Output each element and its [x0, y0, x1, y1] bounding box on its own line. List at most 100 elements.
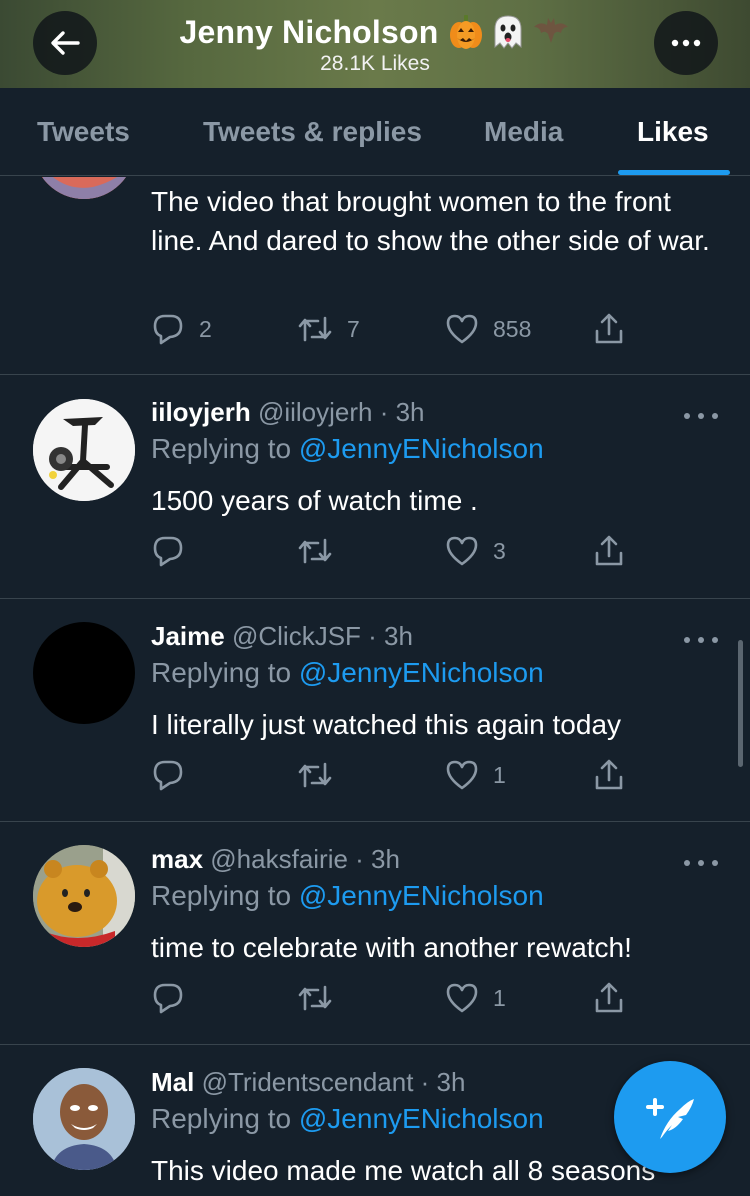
heart-icon: [446, 536, 478, 566]
share-button[interactable]: [593, 980, 625, 1016]
ghost-icon: [494, 15, 522, 49]
tweet-more-button[interactable]: [684, 853, 718, 873]
author-name[interactable]: iiloyjerh: [151, 397, 251, 427]
author-name[interactable]: Jaime: [151, 621, 225, 651]
author-handle: @Tridentscendant · 3h: [201, 1067, 466, 1097]
tweet-meta: max @haksfairie · 3h: [151, 844, 400, 875]
like-button[interactable]: 1: [445, 980, 506, 1016]
tab-tweets-replies[interactable]: Tweets & replies: [203, 88, 422, 176]
share-icon: [595, 535, 623, 566]
retweet-button[interactable]: [297, 980, 347, 1016]
avatar-image: [33, 845, 135, 947]
more-icon: [671, 39, 701, 47]
replying-to: Replying to @JennyENicholson: [151, 433, 544, 465]
tweet-text: The video that brought women to the fron…: [151, 186, 710, 256]
retweet-count: 7: [347, 315, 360, 342]
mention-link[interactable]: @JennyENicholson: [299, 880, 544, 911]
replying-label: Replying to: [151, 433, 292, 464]
scrollbar[interactable]: [738, 640, 743, 767]
mention-link[interactable]: @JennyENicholson: [299, 1103, 544, 1134]
tab-media[interactable]: Media: [484, 88, 563, 176]
tweet-card[interactable]: Jaime @ClickJSF · 3h Replying to @JennyE…: [0, 599, 750, 822]
profile-name: Jenny Nicholson: [179, 13, 439, 50]
tweet-feed[interactable]: The video that brought women to the fron…: [0, 177, 750, 1196]
replying-label: Replying to: [151, 1103, 292, 1134]
avatar-image: [33, 399, 135, 501]
replying-label: Replying to: [151, 880, 292, 911]
replying-to: Replying to @JennyENicholson: [151, 880, 544, 912]
likes-count: 28.1K Likes: [320, 52, 430, 75]
tweet-meta: iiloyjerh @iiloyjerh · 3h: [151, 397, 425, 428]
avatar-image: [33, 1068, 135, 1170]
author-name[interactable]: Mal: [151, 1067, 194, 1097]
like-button[interactable]: 3: [445, 533, 506, 569]
tweet-text: 1500 years of watch time .: [151, 485, 478, 516]
reply-icon: [153, 760, 183, 791]
tab-likes[interactable]: Likes: [637, 88, 709, 176]
author-handle: @ClickJSF · 3h: [231, 621, 413, 651]
reply-button[interactable]: [151, 757, 199, 793]
mention-link[interactable]: @JennyENicholson: [299, 657, 544, 688]
tweet-actions: 2 7 858: [151, 311, 651, 347]
author-name[interactable]: max: [151, 844, 203, 874]
avatar[interactable]: [33, 399, 135, 501]
tweet-meta: Jaime @ClickJSF · 3h: [151, 621, 413, 652]
tweet-actions: 3: [151, 533, 651, 569]
like-count: 858: [493, 315, 532, 342]
retweet-icon: [298, 538, 332, 564]
reply-button[interactable]: [151, 980, 199, 1016]
profile-tabs: Tweets Tweets & replies Media Likes: [0, 88, 750, 176]
avatar-image: [33, 177, 135, 199]
replying-to: Replying to @JennyENicholson: [151, 657, 544, 689]
header-title: Jenny Nicholson 28.1K Likes: [0, 10, 750, 76]
profile-header: Jenny Nicholson 28.1K Likes: [0, 0, 750, 88]
like-count: 3: [493, 537, 506, 564]
retweet-button[interactable]: [297, 757, 347, 793]
share-icon: [595, 313, 623, 344]
tweet-card[interactable]: iiloyjerh @iiloyjerh · 3h Replying to @J…: [0, 375, 750, 599]
avatar[interactable]: [33, 177, 135, 199]
retweet-button[interactable]: [297, 533, 347, 569]
mention-link[interactable]: @JennyENicholson: [299, 433, 544, 464]
share-button[interactable]: [593, 533, 625, 569]
retweet-button[interactable]: 7: [297, 311, 360, 347]
author-handle: @haksfairie · 3h: [210, 844, 400, 874]
share-button[interactable]: [593, 757, 625, 793]
like-button[interactable]: 1: [445, 757, 506, 793]
more-button[interactable]: [654, 11, 718, 75]
avatar[interactable]: [33, 845, 135, 947]
avatar[interactable]: [33, 622, 135, 724]
like-button[interactable]: 858: [445, 311, 531, 347]
reply-button[interactable]: 2: [151, 311, 212, 347]
name-emoji: [447, 13, 571, 51]
share-icon: [595, 759, 623, 790]
retweet-icon: [298, 316, 332, 342]
heart-icon: [446, 760, 478, 790]
like-count: 1: [493, 984, 506, 1011]
tweet-more-button[interactable]: [684, 630, 718, 650]
compose-tweet-icon: [646, 1098, 694, 1139]
tweet-actions: 1: [151, 757, 651, 793]
retweet-icon: [298, 985, 332, 1011]
tweet-card[interactable]: max @haksfairie · 3h Replying to @JennyE…: [0, 822, 750, 1045]
retweet-icon: [298, 762, 332, 788]
tweet-actions: 1: [151, 980, 651, 1016]
bat-icon: [533, 18, 568, 43]
heart-icon: [446, 983, 478, 1013]
avatar[interactable]: [33, 1068, 135, 1170]
compose-tweet-button[interactable]: [614, 1061, 726, 1173]
share-icon: [595, 982, 623, 1013]
reply-icon: [153, 536, 183, 567]
reply-icon: [153, 983, 183, 1014]
like-count: 1: [493, 761, 506, 788]
heart-icon: [446, 314, 478, 344]
tweet-card[interactable]: The video that brought women to the fron…: [0, 177, 750, 375]
reply-icon: [153, 314, 183, 345]
pumpkin-icon: [449, 15, 482, 49]
reply-count: 2: [199, 315, 212, 342]
reply-button[interactable]: [151, 533, 199, 569]
tweet-more-button[interactable]: [684, 406, 718, 426]
tab-tweets[interactable]: Tweets: [37, 88, 130, 176]
share-button[interactable]: [593, 311, 625, 347]
replying-label: Replying to: [151, 657, 292, 688]
